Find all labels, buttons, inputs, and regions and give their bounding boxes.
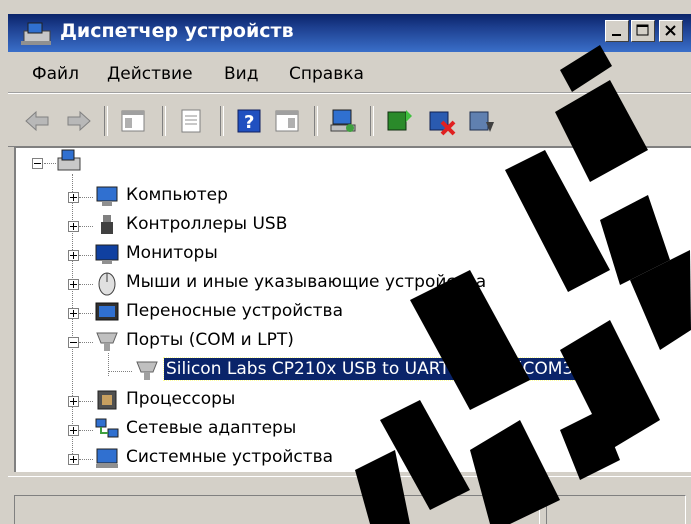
toolbar-separator bbox=[104, 106, 108, 136]
menu-file[interactable]: Файл bbox=[32, 64, 79, 84]
computer-root-icon[interactable] bbox=[56, 148, 86, 178]
tree-item-label: Порты (COM и LPT) bbox=[126, 330, 294, 350]
expand-toggle[interactable] bbox=[68, 192, 79, 203]
expand-toggle[interactable] bbox=[68, 454, 79, 465]
update-driver-icon[interactable] bbox=[384, 106, 414, 136]
tree-item-network-adapters[interactable]: Сетевые адаптеры bbox=[68, 415, 568, 441]
menu-action[interactable]: Действие bbox=[107, 64, 193, 84]
device-tree: Компьютер Контроллеры USB Мониторы Мыши … bbox=[14, 146, 691, 472]
toolbar: ? bbox=[8, 93, 691, 147]
properties-icon[interactable] bbox=[176, 106, 206, 136]
expand-toggle[interactable] bbox=[68, 396, 79, 407]
expand-toggle[interactable] bbox=[68, 221, 79, 232]
tree-item-label: Переносные устройства bbox=[126, 301, 343, 321]
tree-item-silicon-labs-port[interactable]: Silicon Labs CP210x USB to UART Bridge (… bbox=[108, 356, 668, 382]
expand-toggle[interactable] bbox=[68, 425, 79, 436]
maximize-button[interactable] bbox=[631, 20, 655, 42]
menu-view[interactable]: Вид bbox=[224, 64, 258, 84]
port-icon bbox=[134, 358, 160, 386]
toolbar-separator bbox=[162, 106, 166, 136]
tree-item-label: Системные устройства bbox=[126, 447, 334, 467]
mouse-icon bbox=[94, 270, 120, 300]
tree-item-ports[interactable]: Порты (COM и LPT) bbox=[68, 327, 568, 353]
title-bar[interactable]: Диспетчер устройств bbox=[8, 14, 691, 52]
tree-item-label: Процессоры bbox=[126, 389, 236, 409]
expand-toggle[interactable] bbox=[68, 279, 79, 290]
scan-hardware-icon[interactable] bbox=[328, 106, 358, 136]
tree-item-mice[interactable]: Мыши и иные указывающие устройства bbox=[68, 269, 588, 296]
tree-item-computer[interactable]: Компьютер bbox=[68, 182, 568, 208]
status-panel bbox=[400, 495, 540, 524]
menu-bar: Файл Действие Вид Справка bbox=[8, 54, 691, 93]
show-hide-action-pane-icon[interactable] bbox=[272, 106, 302, 136]
tree-item-portable-devices[interactable]: Переносные устройства bbox=[68, 298, 568, 324]
cpu-icon bbox=[94, 388, 120, 416]
show-hide-console-tree-icon[interactable] bbox=[118, 106, 148, 136]
port-icon bbox=[94, 329, 120, 357]
tree-item-label: Мониторы bbox=[126, 243, 218, 263]
status-panel bbox=[14, 495, 394, 524]
device-manager-window: Диспетчер устройств Файл Действие Вид Сп… bbox=[0, 0, 691, 524]
toolbar-separator bbox=[314, 106, 318, 136]
window-title: Диспетчер устройств bbox=[60, 20, 294, 42]
expand-toggle[interactable] bbox=[68, 250, 79, 261]
help-icon[interactable]: ? bbox=[234, 106, 264, 136]
toolbar-separator bbox=[220, 106, 224, 136]
tree-item-label: Мыши и иные указывающие устройства bbox=[126, 272, 487, 292]
tree-item-monitors[interactable]: Мониторы bbox=[68, 240, 568, 266]
tree-item-label: Контроллеры USB bbox=[126, 214, 288, 234]
close-button[interactable] bbox=[659, 20, 683, 42]
forward-arrow-icon[interactable] bbox=[64, 106, 94, 136]
tree-item-processors[interactable]: Процессоры bbox=[68, 386, 568, 412]
tree-item-label: Сетевые адаптеры bbox=[126, 418, 297, 438]
tree-item-usb-controllers[interactable]: Контроллеры USB bbox=[68, 211, 568, 237]
svg-text:?: ? bbox=[244, 112, 254, 133]
toolbar-separator bbox=[370, 106, 374, 136]
tree-item-label: Компьютер bbox=[126, 185, 228, 205]
system-device-icon bbox=[94, 446, 120, 474]
collapse-toggle[interactable] bbox=[32, 158, 43, 169]
back-arrow-icon[interactable] bbox=[22, 106, 52, 136]
tree-item-label-selected: Silicon Labs CP210x USB to UART Bridge (… bbox=[163, 357, 583, 381]
computer-icon bbox=[94, 184, 120, 212]
network-icon bbox=[94, 417, 120, 445]
expand-toggle[interactable] bbox=[68, 308, 79, 319]
tree-item-system-devices[interactable]: Системные устройства bbox=[68, 444, 568, 470]
disable-device-icon[interactable] bbox=[426, 106, 456, 136]
minimize-button[interactable] bbox=[605, 20, 629, 42]
device-manager-icon bbox=[18, 19, 54, 51]
portable-device-icon bbox=[94, 300, 120, 328]
menu-help[interactable]: Справка bbox=[289, 64, 364, 84]
uninstall-device-icon[interactable] bbox=[466, 106, 496, 136]
monitor-icon bbox=[94, 242, 120, 270]
status-bar bbox=[8, 476, 691, 524]
usb-icon bbox=[94, 213, 120, 241]
status-panel bbox=[546, 495, 686, 524]
collapse-toggle[interactable] bbox=[68, 337, 79, 348]
